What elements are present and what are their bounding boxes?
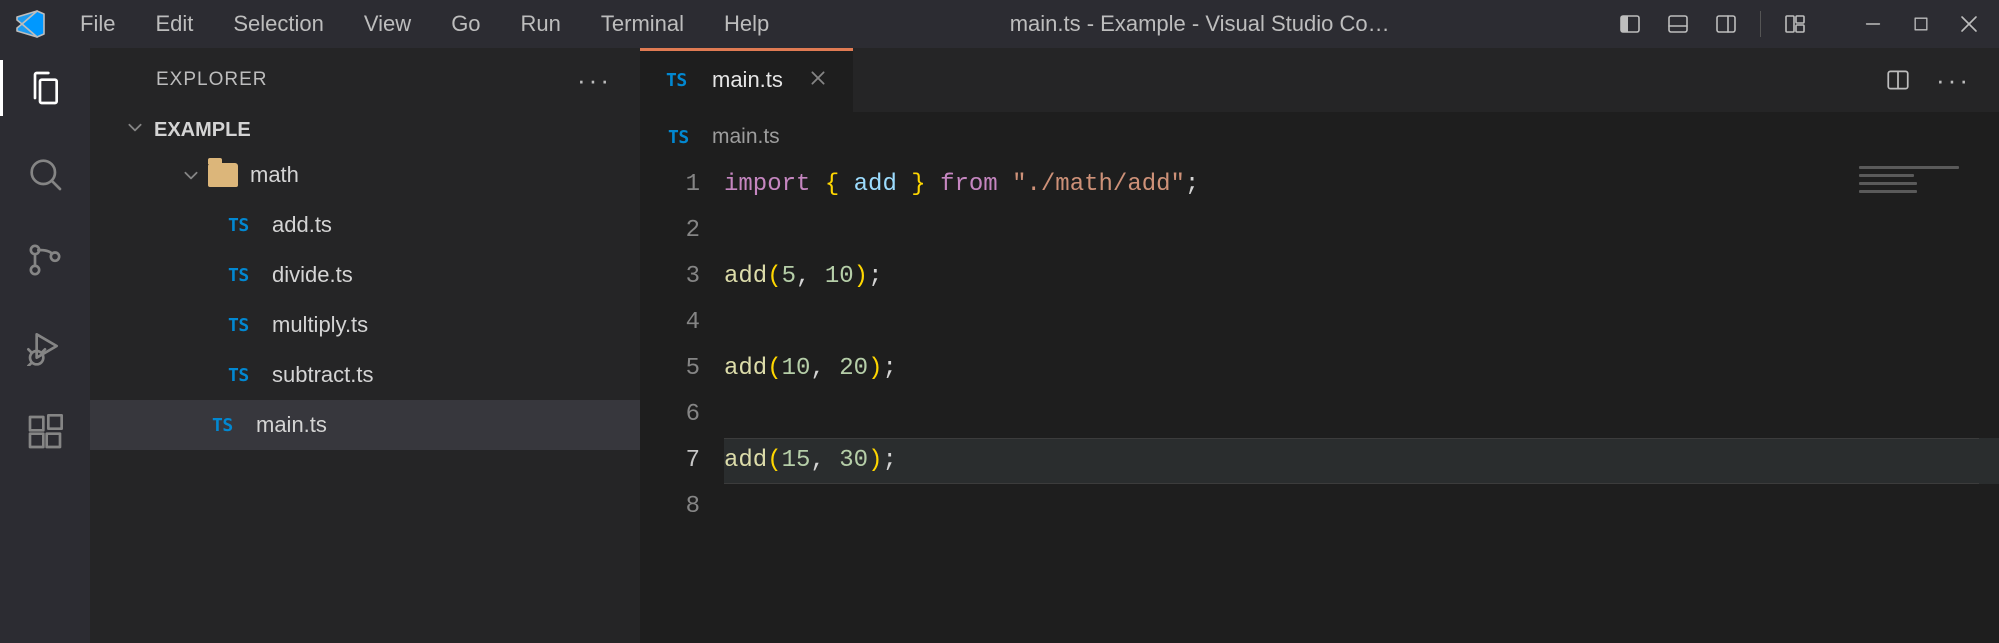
vscode-logo-icon (0, 0, 60, 48)
code-lines[interactable]: import { add } from "./math/add"; add(5,… (724, 162, 1999, 643)
title-controls (1610, 0, 1999, 48)
ts-file-icon: TS (666, 70, 696, 91)
title-bar: File Edit Selection View Go Run Terminal… (0, 0, 1999, 48)
tree-file-label: main.ts (256, 412, 327, 438)
title-controls-separator (1760, 11, 1761, 37)
tree-file-add[interactable]: TS add.ts (90, 200, 640, 250)
tab-main-ts[interactable]: TS main.ts (640, 48, 853, 112)
editor-group: TS main.ts ··· TS main.ts 1 2 3 (640, 48, 1999, 643)
line-number: 2 (640, 208, 700, 254)
tree-file-label: divide.ts (272, 262, 353, 288)
breadcrumb-file: main.ts (712, 125, 780, 149)
explorer-title: EXPLORER (156, 69, 267, 91)
activity-bar (0, 48, 90, 643)
menu-selection[interactable]: Selection (213, 0, 344, 48)
tree-file-label: multiply.ts (272, 312, 368, 338)
code-line[interactable]: add(5, 10); (724, 254, 1999, 300)
code-editor[interactable]: 1 2 3 4 5 6 7 8 import { add } from "./m… (640, 162, 1999, 643)
window-title: main.ts - Example - Visual Studio Co… (789, 11, 1610, 37)
toggle-panel-icon[interactable] (1658, 0, 1698, 48)
line-number: 1 (640, 162, 700, 208)
line-number: 5 (640, 346, 700, 392)
activity-search-icon[interactable] (23, 152, 67, 196)
explorer-sidebar: EXPLORER ··· EXAMPLE math TS add.ts TS (90, 48, 640, 643)
ts-file-icon: TS (668, 127, 698, 148)
activity-explorer-icon[interactable] (23, 66, 67, 110)
breadcrumb[interactable]: TS main.ts (640, 112, 1999, 162)
tab-label: main.ts (712, 67, 783, 93)
explorer-more-icon[interactable]: ··· (577, 65, 612, 96)
window-minimize-icon[interactable] (1853, 0, 1893, 48)
editor-more-icon[interactable]: ··· (1936, 65, 1971, 96)
line-number: 7 (640, 438, 700, 484)
tree-file-subtract[interactable]: TS subtract.ts (90, 350, 640, 400)
explorer-header: EXPLORER ··· (90, 48, 640, 112)
activity-source-control-icon[interactable] (23, 238, 67, 282)
folder-icon (208, 163, 238, 187)
tree-folder-math[interactable]: math (90, 150, 640, 200)
file-tree: math TS add.ts TS divide.ts TS multiply.… (90, 148, 640, 450)
line-number-gutter: 1 2 3 4 5 6 7 8 (640, 162, 724, 643)
toggle-primary-sidebar-icon[interactable] (1610, 0, 1650, 48)
explorer-root-label: EXAMPLE (154, 119, 251, 142)
line-number: 3 (640, 254, 700, 300)
menu-file[interactable]: File (60, 0, 135, 48)
code-line[interactable] (724, 484, 1999, 530)
tree-file-main[interactable]: TS main.ts (90, 400, 640, 450)
menu-terminal[interactable]: Terminal (581, 0, 704, 48)
ts-file-icon: TS (228, 315, 258, 336)
tree-file-label: subtract.ts (272, 362, 373, 388)
editor-actions: ··· (1878, 48, 1999, 112)
window-maximize-icon[interactable] (1901, 0, 1941, 48)
split-editor-icon[interactable] (1878, 60, 1918, 100)
menu-edit[interactable]: Edit (135, 0, 213, 48)
tab-close-icon[interactable] (809, 67, 827, 93)
ts-file-icon: TS (228, 365, 258, 386)
code-line[interactable]: add(15, 30); (724, 438, 1999, 484)
toggle-secondary-sidebar-icon[interactable] (1706, 0, 1746, 48)
editor-tabs: TS main.ts ··· (640, 48, 1999, 112)
line-number: 8 (640, 484, 700, 530)
code-line[interactable] (724, 300, 1999, 346)
tree-folder-label: math (250, 162, 299, 188)
ts-file-icon: TS (212, 415, 242, 436)
line-number: 6 (640, 392, 700, 438)
menu-go[interactable]: Go (431, 0, 500, 48)
code-line[interactable]: import { add } from "./math/add"; (724, 162, 1999, 208)
customize-layout-icon[interactable] (1775, 0, 1815, 48)
tree-file-divide[interactable]: TS divide.ts (90, 250, 640, 300)
activity-run-debug-icon[interactable] (23, 324, 67, 368)
code-line[interactable] (724, 392, 1999, 438)
chevron-down-icon (126, 118, 144, 142)
menu-view[interactable]: View (344, 0, 431, 48)
tree-file-multiply[interactable]: TS multiply.ts (90, 300, 640, 350)
ts-file-icon: TS (228, 215, 258, 236)
line-number: 4 (640, 300, 700, 346)
code-line[interactable] (724, 208, 1999, 254)
chevron-down-icon (180, 166, 202, 184)
menu-help[interactable]: Help (704, 0, 789, 48)
menu-run[interactable]: Run (501, 0, 581, 48)
menu-bar: File Edit Selection View Go Run Terminal… (60, 0, 789, 48)
window-close-icon[interactable] (1949, 0, 1989, 48)
ts-file-icon: TS (228, 265, 258, 286)
code-line[interactable]: add(10, 20); (724, 346, 1999, 392)
activity-extensions-icon[interactable] (23, 410, 67, 454)
tree-file-label: add.ts (272, 212, 332, 238)
explorer-root[interactable]: EXAMPLE (90, 112, 640, 148)
